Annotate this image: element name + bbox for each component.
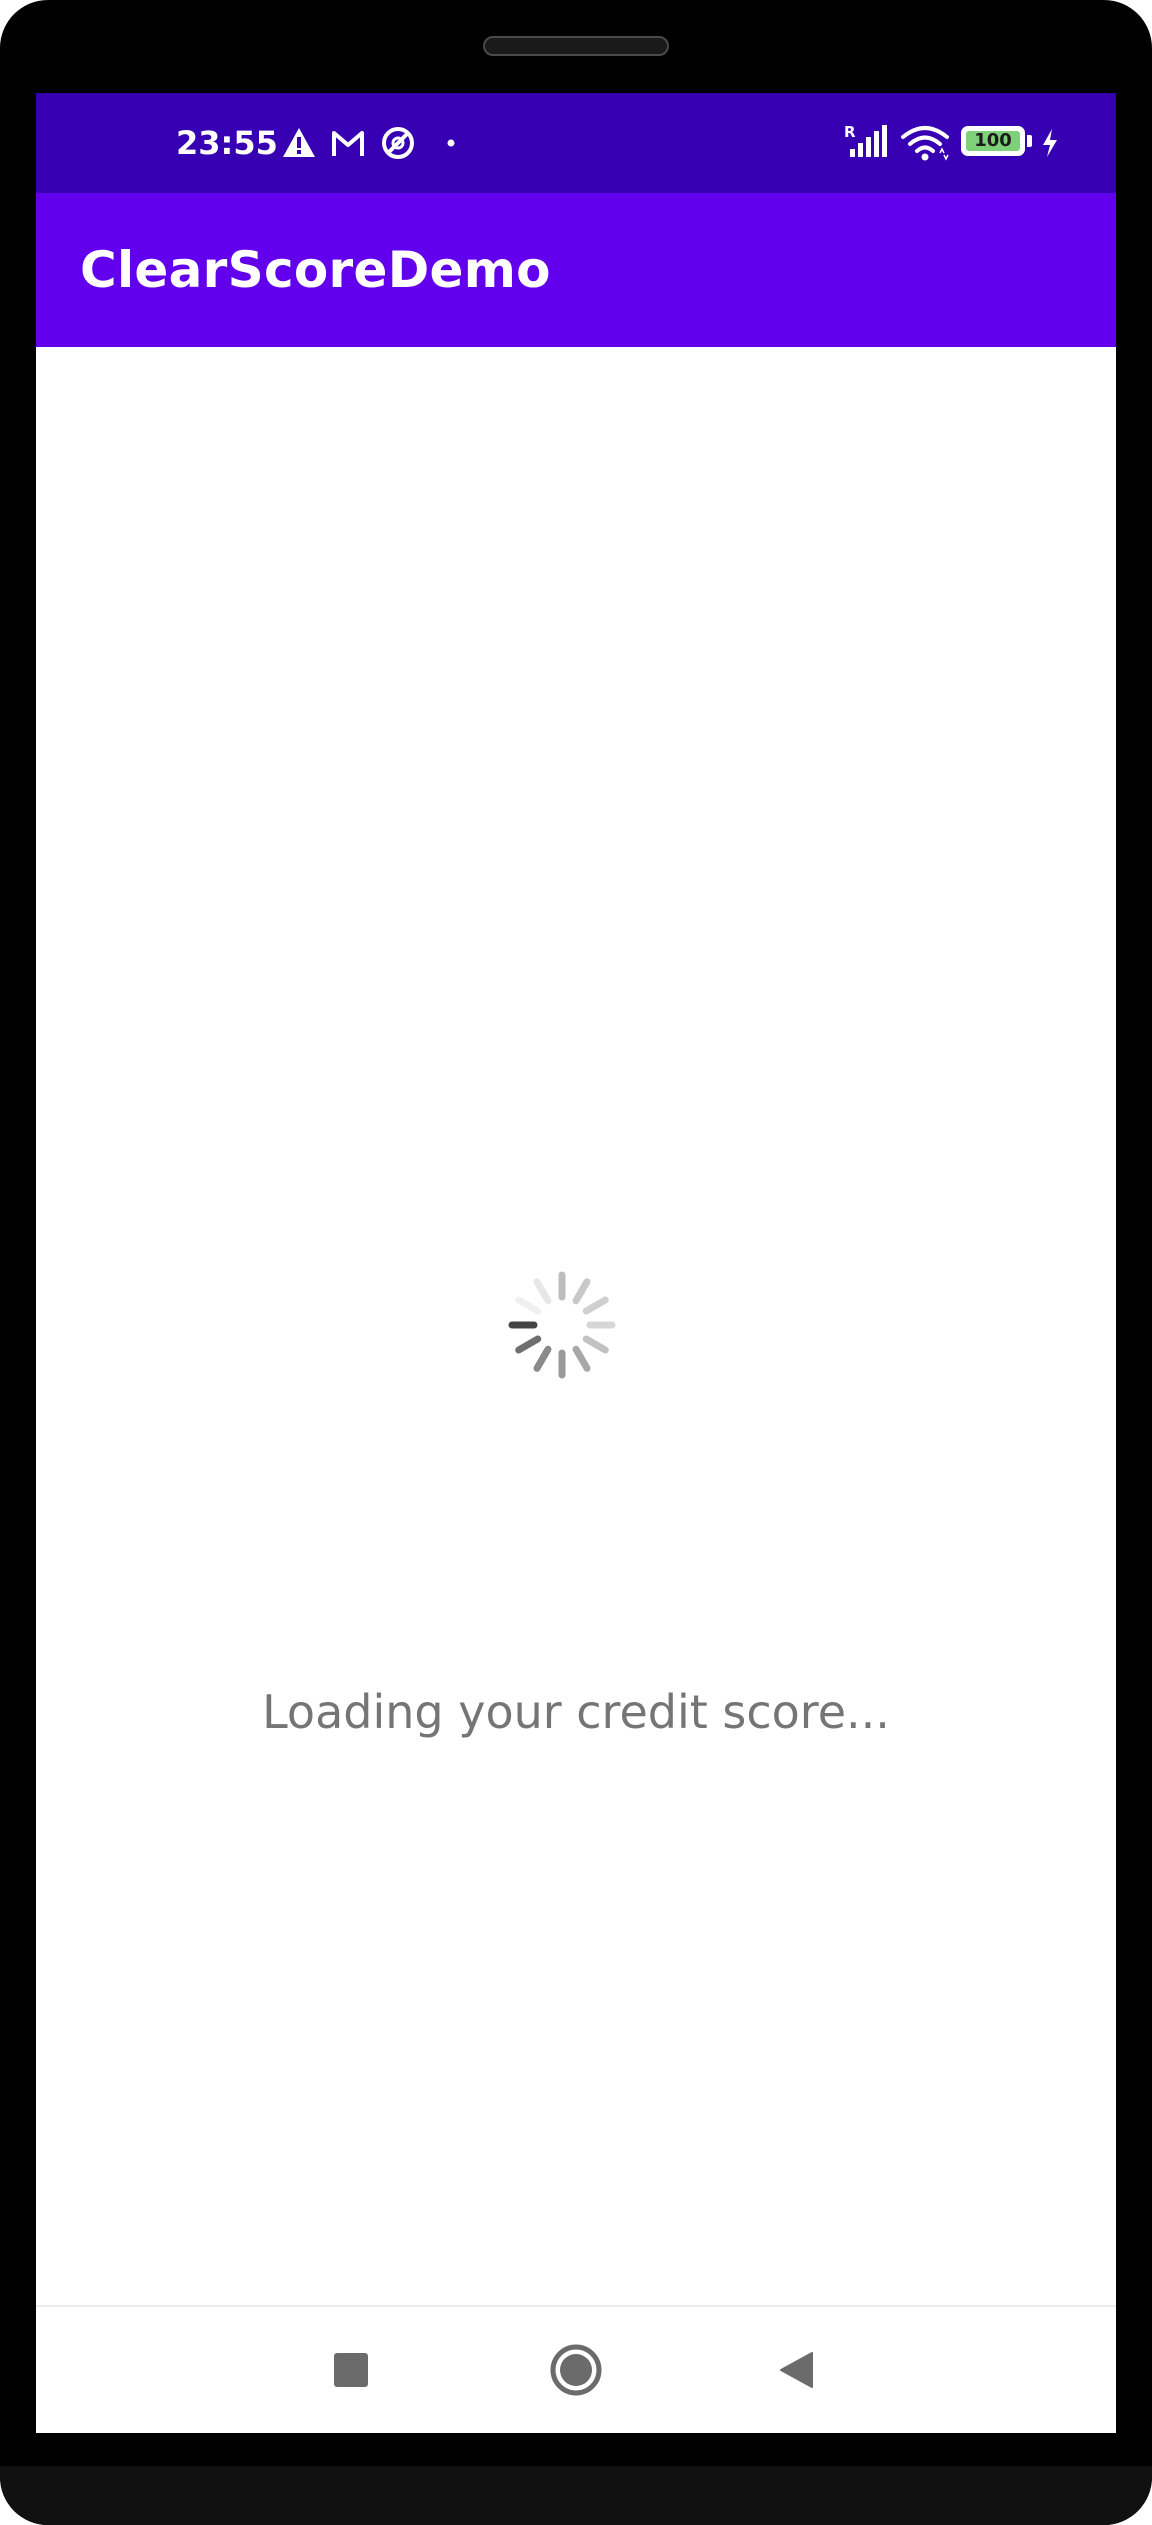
back-button[interactable] (761, 2335, 831, 2405)
bottom-bezel (0, 2466, 1152, 2525)
battery-icon: 100 (961, 126, 1025, 156)
app-bar: ClearScoreDemo (36, 193, 1116, 347)
loading-message: Loading your credit score... (262, 1685, 890, 1739)
main-content: Loading your credit score... (36, 347, 1116, 2307)
recents-square-icon (334, 2353, 368, 2387)
gmail-icon (332, 131, 364, 156)
loading-spinner-icon (508, 1271, 616, 1379)
phone-screen: 23:55 R 100 ClearScoreDemo Loading your … (36, 93, 1116, 2433)
app-title: ClearScoreDemo (80, 241, 551, 299)
back-triangle-icon (780, 2352, 813, 2388)
roaming-label: R (844, 123, 856, 141)
battery-level: 100 (966, 131, 1020, 151)
home-circle-icon (550, 2344, 602, 2396)
status-bar: 23:55 R 100 (36, 93, 1116, 193)
battery-nub (1027, 135, 1032, 147)
wifi-icon (901, 126, 949, 161)
no-data-saver-icon (382, 127, 414, 159)
home-button[interactable] (541, 2335, 611, 2405)
earpiece-speaker (483, 36, 669, 56)
charging-bolt-icon (1043, 129, 1057, 157)
notification-dot-icon (447, 139, 455, 147)
status-time: 23:55 (176, 124, 278, 162)
recents-button[interactable] (316, 2335, 386, 2405)
phone-frame: 23:55 R 100 ClearScoreDemo Loading your … (0, 0, 1152, 2525)
signal-roaming-icon: R (844, 123, 887, 157)
warning-icon (283, 128, 315, 157)
navigation-bar (36, 2305, 1116, 2433)
